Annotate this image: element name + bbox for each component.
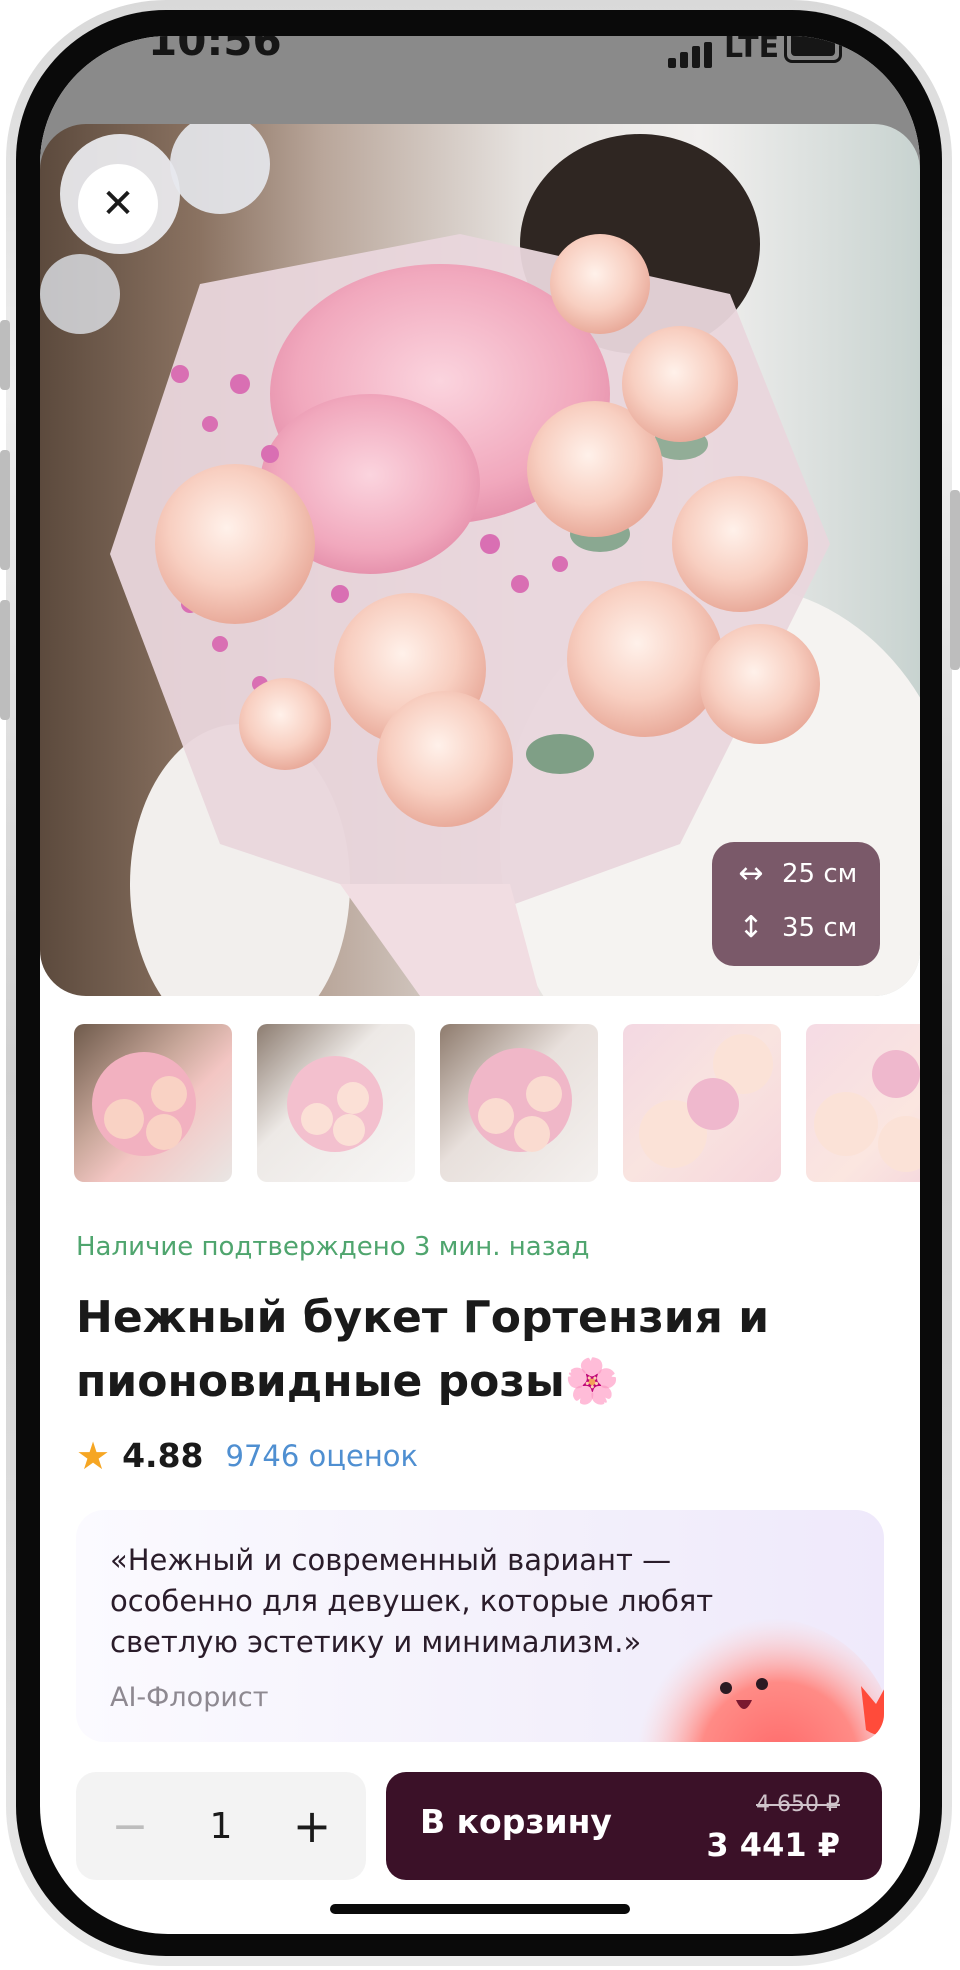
thumbnail-3[interactable] <box>440 1024 598 1182</box>
thumbnail-2[interactable] <box>257 1024 415 1182</box>
reviews-link[interactable]: 9746 оценок <box>226 1439 419 1473</box>
status-time: 10:56 <box>148 36 282 65</box>
thumbnail-1[interactable] <box>74 1024 232 1182</box>
status-bar: 10:56 LTE <box>40 36 920 90</box>
thumbnail-bouquet-icon <box>814 1050 920 1172</box>
thumbnail-5[interactable] <box>806 1024 920 1182</box>
old-price: 4 650 ₽ <box>756 1792 840 1817</box>
volume-down-button <box>0 600 10 720</box>
quantity-stepper: − 1 + <box>76 1772 366 1880</box>
network-label: LTE <box>724 36 780 65</box>
screen: 10:56 LTE ✕ ↔ 25 см ↕ 35 см Наличие подт… <box>40 36 920 1934</box>
ai-florist-card: «Нежный и современный вариант — особенно… <box>76 1510 884 1742</box>
product-title: Нежный букет Гортензия и пионовидные роз… <box>76 1292 770 1407</box>
increase-quantity-button[interactable]: + <box>282 1794 342 1858</box>
thumbnail-4[interactable] <box>623 1024 781 1182</box>
home-indicator[interactable] <box>330 1904 630 1914</box>
volume-up-button <box>0 450 10 570</box>
thumbnail-bouquet-icon <box>287 1056 383 1152</box>
power-button <box>950 490 960 670</box>
quantity-value: 1 <box>209 1805 233 1847</box>
product-image[interactable]: ✕ ↔ 25 см ↕ 35 см <box>40 124 920 996</box>
add-to-cart-button[interactable]: В корзину 4 650 ₽ 3 441 ₽ <box>386 1772 882 1880</box>
battery-icon <box>784 36 842 63</box>
thumbnail-strip[interactable] <box>74 1024 920 1182</box>
current-price: 3 441 ₽ <box>706 1826 840 1864</box>
thumbnail-bouquet-icon <box>468 1048 572 1152</box>
size-badge: ↔ 25 см ↕ 35 см <box>712 842 880 966</box>
thumbnail-bouquet-icon <box>639 1034 773 1168</box>
ai-florist-author: AI-Флорист <box>110 1682 269 1713</box>
close-button[interactable]: ✕ <box>78 164 158 244</box>
height-value: 35 см <box>782 912 858 943</box>
width-value: 25 см <box>782 858 858 889</box>
rating-value: 4.88 <box>122 1436 204 1475</box>
close-icon: ✕ <box>101 181 135 227</box>
height-arrows-icon: ↕ <box>738 910 764 945</box>
width-arrows-icon: ↔ <box>738 856 764 891</box>
availability-status: Наличие подтверждено 3 мин. назад <box>76 1232 590 1262</box>
signal-icon <box>668 42 712 68</box>
mute-switch <box>0 320 10 390</box>
star-icon: ★ <box>76 1433 111 1478</box>
rating-row: ★ 4.88 9746 оценок <box>76 1436 418 1475</box>
ai-mascot-icon <box>636 1618 884 1742</box>
decrease-quantity-button[interactable]: − <box>100 1794 160 1858</box>
add-to-cart-label: В корзину <box>420 1802 612 1841</box>
thumbnail-bouquet-icon <box>92 1052 196 1156</box>
